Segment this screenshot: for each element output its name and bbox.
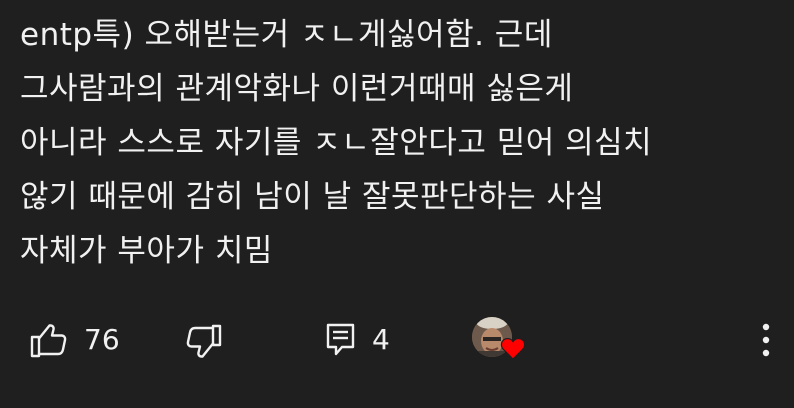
thumbs-down-icon (186, 324, 222, 358)
reply-count: 4 (372, 323, 390, 356)
reply-icon (326, 323, 355, 356)
comment-action-bar: 76 4 (0, 310, 794, 370)
vertical-ellipsis-icon (762, 323, 770, 357)
like-count: 76 (84, 323, 120, 356)
reply-button[interactable] (326, 323, 356, 357)
comment-line: 않기 때문에 감히 남이 날 잘못판단하는 사실 (20, 179, 605, 215)
comment-line: entp특) 오해받는거 ㅈㄴ게싫어함. 근데 (20, 17, 553, 53)
thumbs-up-icon (30, 324, 67, 358)
creator-heart-badge (470, 315, 530, 371)
comment-line: 그사람과의 관계악화나 이런거때매 싫은게 (20, 71, 574, 107)
dislike-button[interactable] (186, 324, 222, 358)
comment-line: 아니라 스스로 자기를 ㅈㄴ잘안다고 믿어 의심치 (20, 125, 653, 161)
comment-line: 자체가 부아가 치밈 (20, 233, 273, 269)
comment-text: entp특) 오해받는거 ㅈㄴ게싫어함. 근데 그사람과의 관계악화나 이런거때… (20, 8, 780, 278)
heart-icon (500, 337, 526, 360)
more-options-button[interactable] (758, 322, 774, 358)
like-button[interactable] (30, 324, 68, 358)
